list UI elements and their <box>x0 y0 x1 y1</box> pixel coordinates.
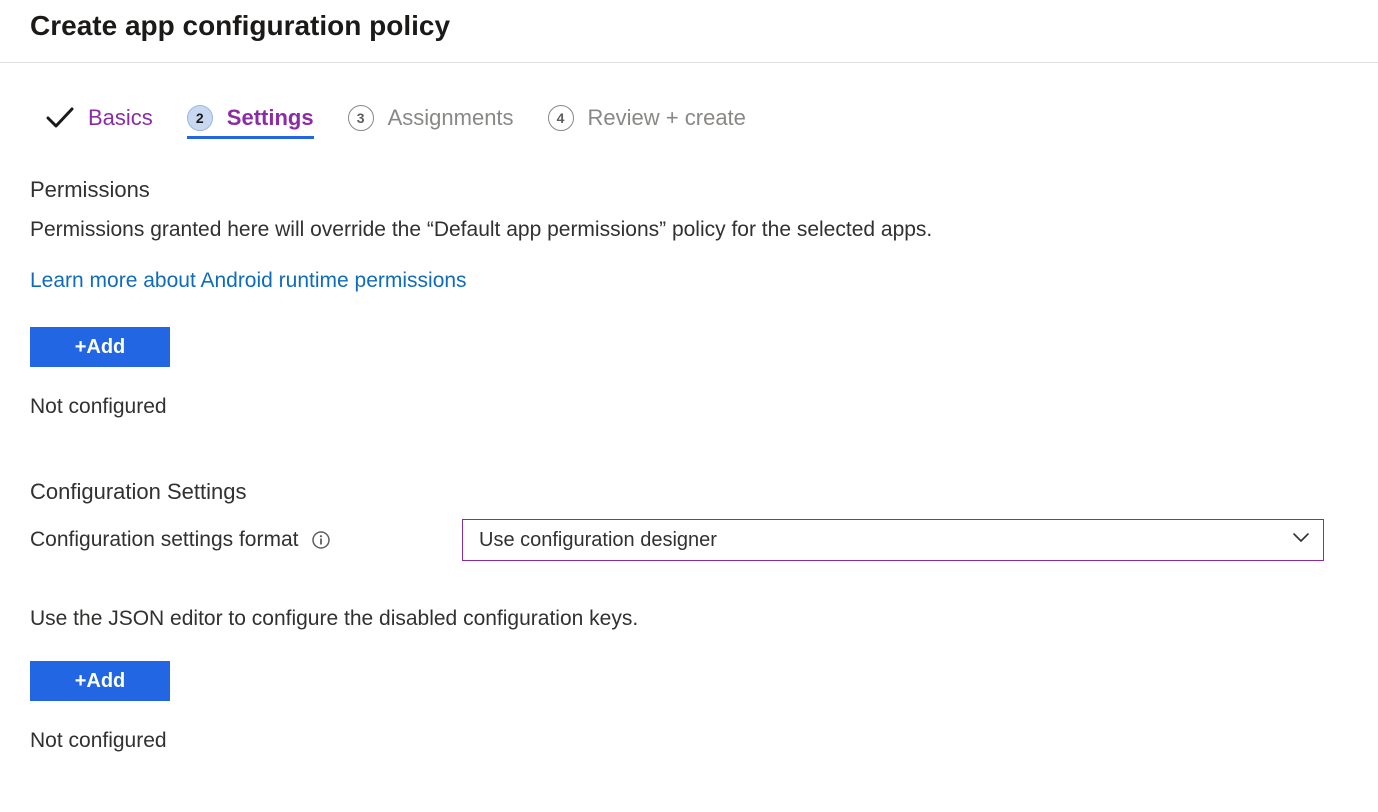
wizard-step-assignments[interactable]: 3 Assignments <box>348 105 514 139</box>
wizard-step-review[interactable]: 4 Review + create <box>548 105 746 139</box>
permissions-status: Not configured <box>30 395 1348 419</box>
wizard-step-label: Review + create <box>588 105 746 131</box>
config-heading: Configuration Settings <box>30 479 1348 505</box>
permissions-learn-more-link[interactable]: Learn more about Android runtime permiss… <box>30 269 467 293</box>
wizard-step-label: Settings <box>227 105 314 131</box>
page-title: Create app configuration policy <box>0 0 1378 62</box>
wizard-step-label: Basics <box>88 105 153 131</box>
wizard-step-number: 2 <box>187 105 213 131</box>
wizard-step-basics[interactable]: Basics <box>46 105 153 139</box>
wizard-steps: Basics 2 Settings 3 Assignments 4 Review… <box>30 93 1348 139</box>
config-format-label: Configuration settings format <box>30 528 298 552</box>
wizard-step-settings[interactable]: 2 Settings <box>187 105 314 139</box>
config-add-button[interactable]: +Add <box>30 661 170 701</box>
info-icon[interactable] <box>312 531 330 549</box>
config-format-value: Use configuration designer <box>479 529 717 552</box>
permissions-add-button[interactable]: +Add <box>30 327 170 367</box>
check-icon <box>46 107 74 129</box>
wizard-step-label: Assignments <box>388 105 514 131</box>
config-status: Not configured <box>30 729 1348 753</box>
permissions-description: Permissions granted here will override t… <box>30 215 1348 245</box>
permissions-heading: Permissions <box>30 177 1348 203</box>
wizard-step-number: 3 <box>348 105 374 131</box>
config-note: Use the JSON editor to configure the dis… <box>30 607 1348 631</box>
config-format-select[interactable]: Use configuration designer <box>462 519 1324 561</box>
wizard-step-number: 4 <box>548 105 574 131</box>
